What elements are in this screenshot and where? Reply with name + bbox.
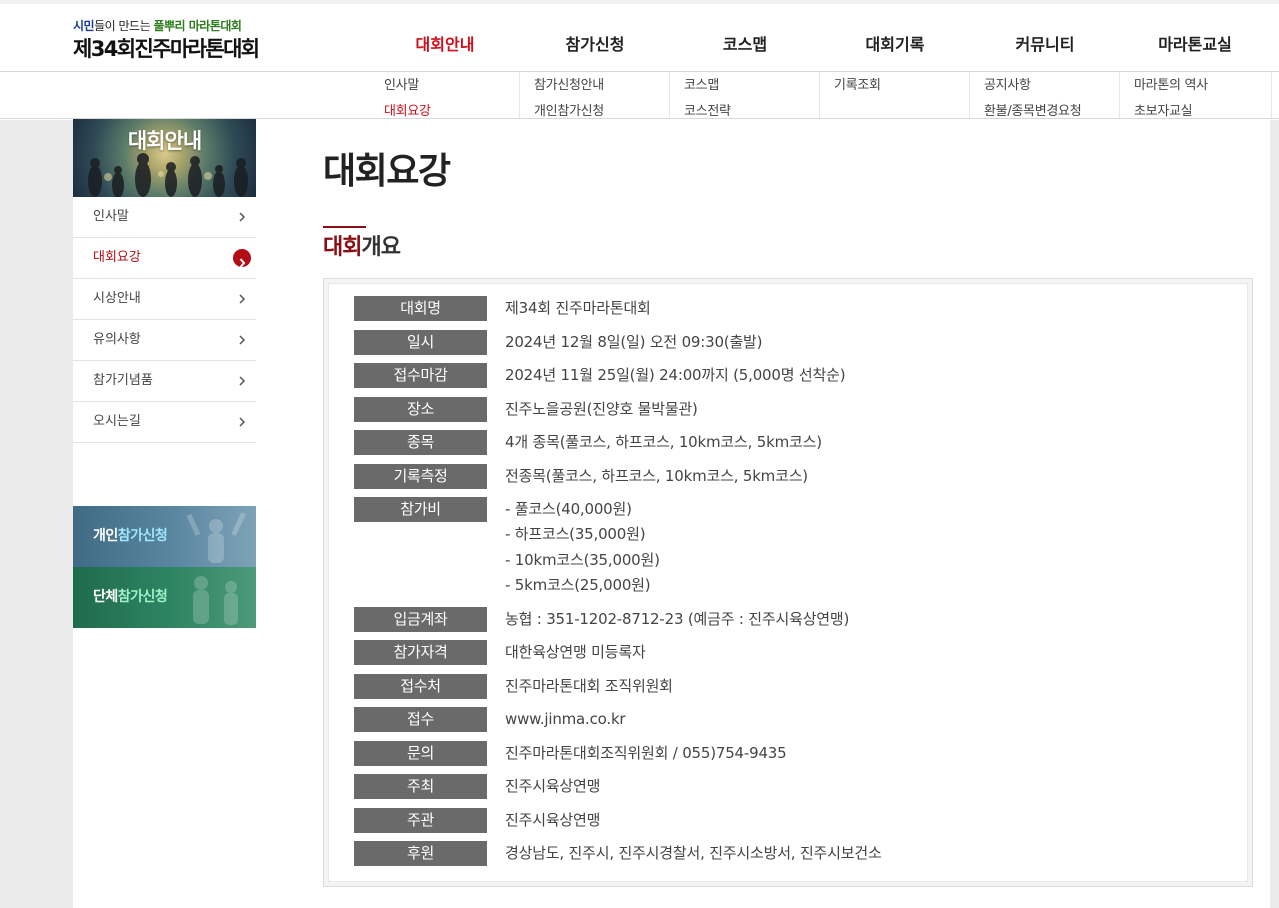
individual-registration-banner[interactable]: 개인참가신청 xyxy=(73,506,256,567)
submenu-col-info: 인사말 대회요강 xyxy=(370,72,520,118)
section-title-bar xyxy=(323,226,366,228)
logo-title: 제34회진주마라톤대회 xyxy=(73,37,260,61)
chevron-right-icon xyxy=(239,335,246,345)
submenu-notice[interactable]: 공지사항 xyxy=(984,79,1119,98)
submenu-greeting[interactable]: 인사말 xyxy=(384,79,519,98)
row-label: 장소 xyxy=(354,397,487,422)
row-label: 대회명 xyxy=(354,296,487,321)
sidebar-item-label: 대회요강 xyxy=(93,250,141,265)
site-logo[interactable]: 시민들이 만드는 풀뿌리 마라톤대회 제34회진주마라톤대회 xyxy=(73,18,263,62)
submenu-refund-request[interactable]: 환불/종목변경요청 xyxy=(984,105,1119,124)
submenu-col-community: 공지사항 환불/종목변경요청 xyxy=(970,72,1120,118)
row-value: 대한육상연맹 미등록자 xyxy=(505,643,646,661)
fee-line: - 10km코스(35,000원) xyxy=(505,550,660,569)
sidebar-item-precautions[interactable]: 유의사항 xyxy=(73,320,256,361)
row-value: 진주시육상연맹 xyxy=(505,811,601,829)
row-label: 접수 xyxy=(354,707,487,732)
row-label: 입금계좌 xyxy=(354,607,487,632)
sub-menu: 인사말 대회요강 참가신청안내 개인참가신청 코스맵 코스전략 기록조회 공지사… xyxy=(0,72,1279,119)
row-value: 제34회 진주마라톤대회 xyxy=(505,299,651,317)
right-gutter xyxy=(1270,120,1279,908)
submenu-col-course: 코스맵 코스전략 xyxy=(670,72,820,118)
gnb-item-registration[interactable]: 참가신청 xyxy=(520,4,670,72)
row-label: 문의 xyxy=(354,741,487,766)
row-label: 접수처 xyxy=(354,674,487,699)
chevron-right-icon xyxy=(239,376,246,386)
submenu-individual-registration[interactable]: 개인참가신청 xyxy=(534,105,669,124)
chevron-right-icon xyxy=(239,417,246,427)
sidebar-item-label: 유의사항 xyxy=(93,332,141,347)
submenu-registration-guide[interactable]: 참가신청안내 xyxy=(534,79,669,98)
row-value: - 풀코스(40,000원) - 하프코스(35,000원) - 10km코스(… xyxy=(505,497,660,598)
overview-panel: 대회명 제34회 진주마라톤대회 일시 2024년 12월 8일(일) 오전 0… xyxy=(323,278,1253,887)
sidebar-nav: 인사말 대회요강 시상안내 유의사항 참가기념품 오시는길 xyxy=(73,197,256,443)
left-gutter xyxy=(0,120,73,908)
row-value: 진주시육상연맹 xyxy=(505,777,601,795)
row-label: 참가비 xyxy=(354,497,487,522)
sidebar-item-label: 인사말 xyxy=(93,209,129,224)
team-registration-banner[interactable]: 단체참가신청 xyxy=(73,567,256,628)
gnb-item-course-map[interactable]: 코스맵 xyxy=(670,4,820,72)
row-value[interactable]: www.jinma.co.kr xyxy=(505,707,626,732)
row-label: 일시 xyxy=(354,330,487,355)
sidebar-banner: 대회안내 xyxy=(73,119,256,197)
sidebar-item-awards[interactable]: 시상안내 xyxy=(73,279,256,320)
logo-tagline: 시민들이 만드는 풀뿌리 마라톤대회 xyxy=(73,19,242,33)
submenu-guidelines[interactable]: 대회요강 xyxy=(384,105,519,124)
gnb-item-competition-info[interactable]: 대회안내 xyxy=(370,4,520,72)
team-registration-label: 단체참가신청 xyxy=(93,589,168,605)
fee-line: - 하프코스(35,000원) xyxy=(505,525,646,544)
sidebar-item-greeting[interactable]: 인사말 xyxy=(73,197,256,238)
chevron-right-circle-icon xyxy=(233,249,251,268)
row-value: 4개 종목(풀코스, 하프코스, 10km코스, 5km코스) xyxy=(505,433,822,451)
row-label: 종목 xyxy=(354,430,487,455)
sidebar-item-directions[interactable]: 오시는길 xyxy=(73,402,256,443)
gnb-item-marathon-class[interactable]: 마라톤교실 xyxy=(1120,4,1270,72)
section-title: 대회개요 xyxy=(323,226,401,268)
fee-line: - 풀코스(40,000원) xyxy=(505,500,632,518)
row-value: 2024년 11월 25일(월) 24:00까지 (5,000명 선착순) xyxy=(505,366,846,384)
submenu-history[interactable]: 마라톤의 역사 xyxy=(1134,79,1271,98)
row-value: 전종목(풀코스, 하프코스, 10km코스, 5km코스) xyxy=(505,467,808,485)
submenu-col-registration: 참가신청안내 개인참가신청 xyxy=(520,72,670,118)
fee-line: - 5km코스(25,000원) xyxy=(505,575,651,594)
page-title: 대회요강 xyxy=(323,151,451,192)
overview-table: 대회명 제34회 진주마라톤대회 일시 2024년 12월 8일(일) 오전 0… xyxy=(328,283,1248,882)
gnb-item-records[interactable]: 대회기록 xyxy=(820,4,970,72)
row-label: 접수마감 xyxy=(354,363,487,388)
sidebar-item-label: 시상안내 xyxy=(93,291,141,306)
row-label: 주최 xyxy=(354,774,487,799)
row-value: 2024년 12월 8일(일) 오전 09:30(출발) xyxy=(505,333,763,351)
row-value: 농협 : 351-1202-8712-23 (예금주 : 진주시육상연맹) xyxy=(505,610,850,628)
row-value: 경상남도, 진주시, 진주시경찰서, 진주시소방서, 진주시보건소 xyxy=(505,844,882,862)
submenu-col-class: 마라톤의 역사 초보자교실 xyxy=(1120,72,1272,118)
row-value: 진주마라톤대회조직위원회 / 055)754-9435 xyxy=(505,744,787,762)
individual-registration-label: 개인참가신청 xyxy=(93,528,168,544)
sidebar-item-label: 오시는길 xyxy=(93,414,141,429)
submenu-record-search[interactable]: 기록조회 xyxy=(834,79,969,98)
gnb-item-community[interactable]: 커뮤니티 xyxy=(970,4,1120,72)
submenu-beginner-class[interactable]: 초보자교실 xyxy=(1134,105,1271,124)
sidebar-item-guidelines[interactable]: 대회요강 xyxy=(73,238,256,279)
row-label: 참가자격 xyxy=(354,640,487,665)
row-label: 주관 xyxy=(354,808,487,833)
sidebar-item-label: 참가기념품 xyxy=(93,373,153,388)
submenu-course-strategy[interactable]: 코스전략 xyxy=(684,105,819,124)
submenu-course-map[interactable]: 코스맵 xyxy=(684,79,819,98)
chevron-right-icon xyxy=(239,212,246,222)
row-label: 기록측정 xyxy=(354,464,487,489)
row-label: 후원 xyxy=(354,841,487,866)
sidebar-item-souvenir[interactable]: 참가기념품 xyxy=(73,361,256,402)
submenu-col-records: 기록조회 xyxy=(820,72,970,118)
sidebar-banner-title: 대회안내 xyxy=(127,129,202,153)
row-value: 진주마라톤대회 조직위원회 xyxy=(505,677,673,695)
chevron-right-icon xyxy=(239,294,246,304)
row-value: 진주노을공원(진양호 물박물관) xyxy=(505,400,698,418)
